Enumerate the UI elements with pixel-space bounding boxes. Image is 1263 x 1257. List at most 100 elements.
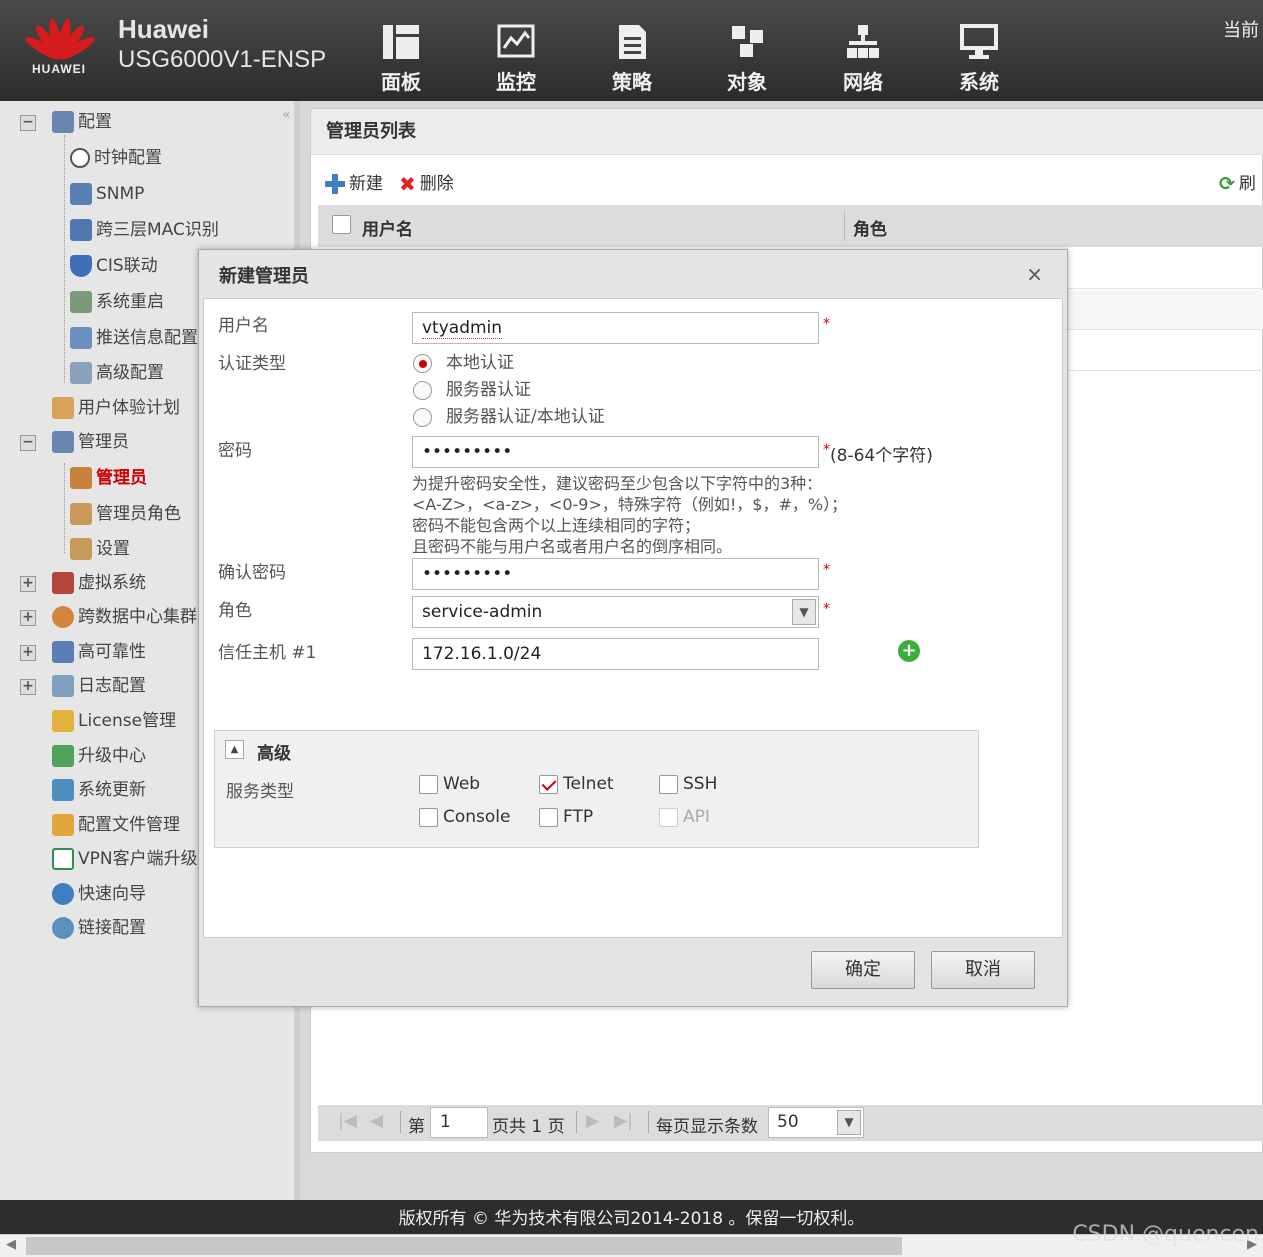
auth-server-radio[interactable]: 服务器认证 — [413, 375, 531, 400]
service-ftp-checkbox[interactable]: FTP — [539, 807, 593, 827]
tree-item-advanced[interactable]: 高级配置 — [70, 360, 164, 386]
prev-page-icon[interactable]: ◀ — [370, 1111, 383, 1131]
network-icon — [847, 25, 879, 58]
tree-item-mac[interactable]: 跨三层MAC识别 — [70, 217, 219, 243]
role-select[interactable]: service-admin ▼ — [412, 596, 819, 628]
next-page-icon[interactable]: ▶ — [586, 1111, 599, 1131]
tree-item-upgrade[interactable]: 升级中心 — [52, 743, 146, 769]
tree-item-config[interactable]: 配置 — [52, 109, 112, 135]
tree-item-update[interactable]: 系统更新 — [52, 777, 146, 803]
snmp-icon — [70, 183, 92, 205]
username-input[interactable]: vtyadmin — [412, 312, 819, 344]
service-type-label: 服务类型 — [226, 782, 294, 802]
tree-item-wizard[interactable]: 快速向导 — [52, 881, 146, 907]
huawei-logo: HUAWEI — [22, 10, 98, 90]
per-page-label: 每页显示条数 — [656, 1117, 758, 1137]
nav-label: 策略 — [612, 70, 652, 94]
column-role[interactable]: 角色 — [853, 215, 887, 240]
update-icon — [52, 779, 74, 801]
page-prefix: 第 — [408, 1117, 425, 1137]
confirm-password-label: 确认密码 — [218, 563, 286, 583]
tree-item-admin-role[interactable]: 管理员角色 — [70, 501, 181, 527]
password-hint: 为提升密码安全性，建议密码至少包含以下字符中的3种： — [412, 474, 823, 493]
service-api-checkbox: API — [659, 807, 710, 827]
service-telnet-checkbox[interactable]: Telnet — [539, 774, 614, 794]
monitor-icon — [497, 24, 535, 58]
close-icon[interactable]: × — [1026, 262, 1043, 286]
cancel-button[interactable]: 取消 — [931, 951, 1035, 989]
nav-policy[interactable]: 策略 — [590, 24, 674, 95]
tree-item-user-exp[interactable]: 用户体验计划 — [52, 395, 180, 421]
datacenter-icon — [52, 606, 74, 628]
page-number-input[interactable]: 1 — [430, 1107, 488, 1138]
password-input[interactable]: ••••••••• — [412, 436, 819, 468]
tree-item-vsys[interactable]: 虚拟系统 — [52, 570, 146, 596]
tree-item-link[interactable]: 链接配置 — [52, 915, 146, 941]
collapse-sidebar-icon[interactable]: « — [282, 107, 291, 123]
nav-object[interactable]: 对象 — [705, 24, 789, 95]
license-icon — [52, 710, 74, 732]
checkbox-icon — [659, 774, 678, 794]
collapse-advanced-icon[interactable]: ▲ — [225, 740, 244, 759]
select-all-checkbox[interactable] — [332, 215, 351, 234]
scrollbar-thumb[interactable] — [26, 1237, 902, 1255]
restart-icon — [70, 291, 92, 313]
service-web-checkbox[interactable]: Web — [419, 774, 480, 794]
tree-item-snmp[interactable]: SNMP — [70, 181, 144, 207]
vpn-icon — [52, 848, 74, 870]
confirm-password-input[interactable]: ••••••••• — [412, 558, 819, 590]
tree-item-license[interactable]: License管理 — [52, 708, 176, 734]
scroll-left-icon[interactable]: ◀ — [6, 1237, 16, 1252]
first-page-icon[interactable]: |◀ — [338, 1111, 357, 1131]
new-button[interactable]: 新建 — [325, 169, 383, 194]
expand-ha-icon[interactable]: + — [20, 645, 36, 661]
tree-item-config-file[interactable]: 配置文件管理 — [52, 812, 180, 838]
checkbox-icon — [419, 807, 438, 827]
delete-button[interactable]: ✖ 删除 — [399, 169, 454, 196]
product-model: USG6000V1-ENSP — [118, 46, 327, 73]
wizard-icon — [52, 883, 74, 905]
nav-monitor[interactable]: 监控 — [474, 24, 558, 95]
per-page-select[interactable]: 50 ▼ — [768, 1107, 864, 1138]
user-exp-icon — [52, 397, 74, 419]
nav-dashboard[interactable]: 面板 — [359, 24, 443, 95]
tree-item-clock[interactable]: 时钟配置 — [70, 145, 162, 171]
tree-item-settings[interactable]: 设置 — [70, 536, 130, 562]
last-page-icon[interactable]: ▶| — [614, 1111, 633, 1131]
collapse-admin-icon[interactable]: − — [20, 435, 36, 451]
nav-system[interactable]: 系统 — [937, 24, 1021, 95]
column-username[interactable]: 用户名 — [362, 215, 413, 240]
auth-local-radio[interactable]: 本地认证 — [413, 348, 514, 373]
service-console-checkbox[interactable]: Console — [419, 807, 511, 827]
tree-item-push[interactable]: 推送信息配置 — [70, 325, 198, 351]
tree-item-log[interactable]: 日志配置 — [52, 673, 146, 699]
tree-item-admin[interactable]: 管理员 — [70, 465, 147, 491]
trusted-host-label: 信任主机 #1 — [218, 643, 317, 663]
tree-item-cis[interactable]: CIS联动 — [70, 253, 158, 279]
product-name: Huawei — [118, 14, 210, 44]
refresh-button[interactable]: ⟳ 刷 — [1219, 169, 1256, 195]
tree-item-ha[interactable]: 高可靠性 — [52, 639, 146, 665]
clock-icon — [70, 148, 90, 168]
expand-vsys-icon[interactable]: + — [20, 576, 36, 592]
add-trusted-host-icon[interactable]: + — [898, 640, 920, 662]
expand-datacenter-icon[interactable]: + — [20, 610, 36, 626]
ok-button[interactable]: 确定 — [811, 951, 915, 989]
advanced-icon — [70, 362, 92, 384]
required-mark: * — [823, 316, 830, 332]
password-hint: <A-Z>，<a-z>，<0-9>，特殊字符（例如!，$，#，%）； — [412, 495, 848, 514]
password-length-hint: (8-64个字符) — [830, 446, 933, 466]
collapse-config-icon[interactable]: − — [20, 115, 36, 131]
expand-log-icon[interactable]: + — [20, 679, 36, 695]
role-label: 角色 — [218, 601, 252, 621]
trusted-host-input[interactable]: 172.16.1.0/24 — [412, 638, 819, 670]
auth-server-local-radio[interactable]: 服务器认证/本地认证 — [413, 402, 605, 427]
nav-network[interactable]: 网络 — [821, 24, 905, 95]
service-ssh-checkbox[interactable]: SSH — [659, 774, 717, 794]
tree-item-datacenter[interactable]: 跨数据中心集群 — [52, 604, 197, 630]
tree-item-admin-group[interactable]: 管理员 — [52, 429, 129, 455]
password-label: 密码 — [218, 441, 252, 461]
tree-item-vpn[interactable]: VPN客户端升级 — [52, 846, 198, 872]
page-title: 管理员列表 — [311, 109, 1263, 155]
tree-item-restart[interactable]: 系统重启 — [70, 289, 164, 315]
